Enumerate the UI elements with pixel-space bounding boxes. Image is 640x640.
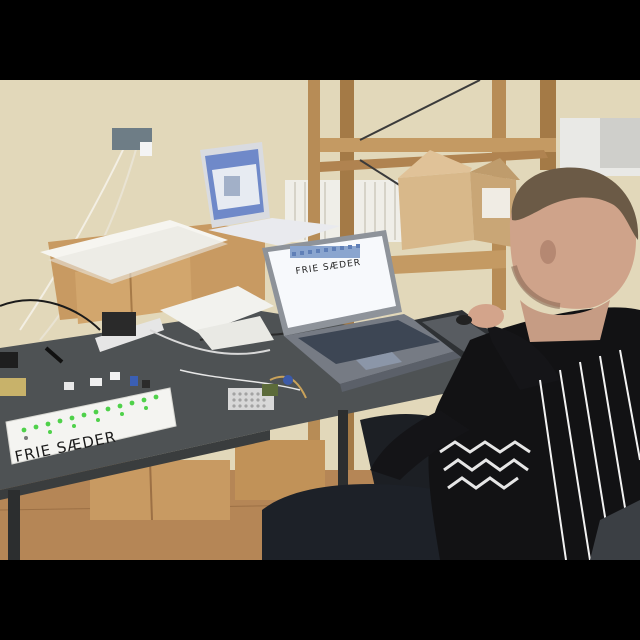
small-device: [0, 352, 18, 368]
top-letterbox: [0, 0, 640, 80]
printer: [560, 118, 640, 176]
cardboard-box: [398, 150, 520, 250]
man-hand: [468, 304, 504, 328]
photo-scene: FRIE SÆDER FRIE SÆDER: [0, 80, 640, 560]
desk-leg-left: [8, 490, 20, 560]
bottom-letterbox: [0, 560, 640, 640]
